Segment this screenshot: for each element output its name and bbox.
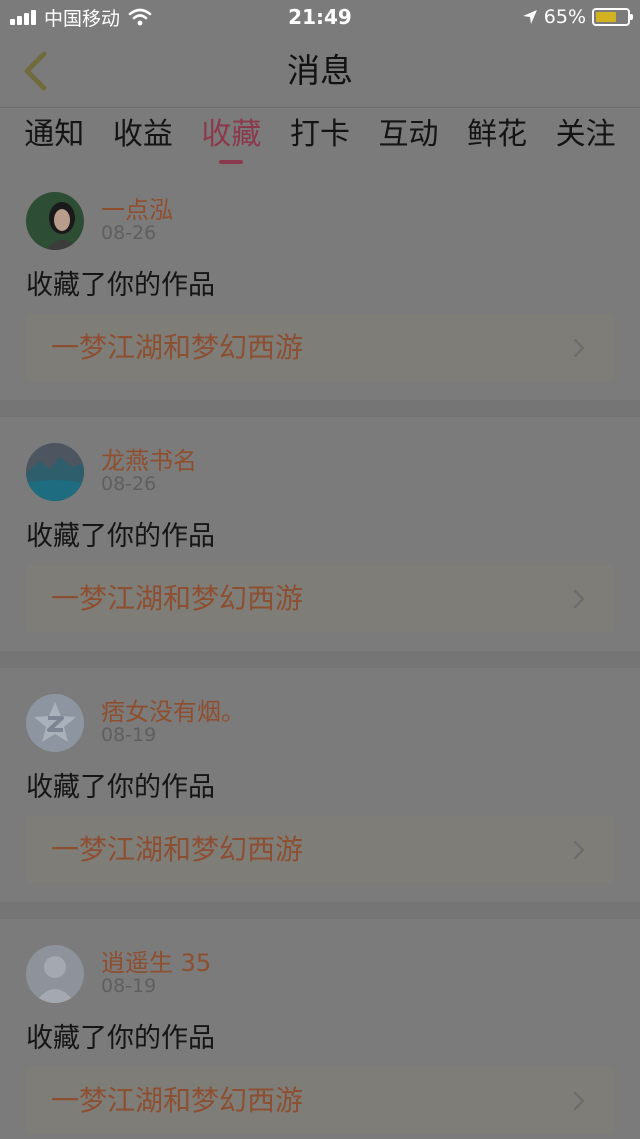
timestamp: 08-26 bbox=[101, 222, 157, 244]
tab-following[interactable]: 关注 bbox=[556, 108, 616, 166]
work-title: 一梦江湖和梦幻西游 bbox=[51, 582, 304, 615]
tab-flowers[interactable]: 鲜花 bbox=[467, 108, 527, 166]
battery-percent: 65% bbox=[543, 6, 586, 28]
action-text: 收藏了你的作品 bbox=[26, 521, 215, 552]
chevron-right-icon bbox=[573, 338, 585, 358]
tab-notifications[interactable]: 通知 bbox=[24, 108, 84, 166]
chevron-right-icon bbox=[573, 1091, 585, 1111]
favorites-feed: 一点泓 08-26 收藏了你的作品 一梦江湖和梦幻西游 龙燕书名 08-26 收… bbox=[0, 166, 640, 1139]
list-item: 逍遥生 35 08-19 收藏了你的作品 一梦江湖和梦幻西游 bbox=[0, 919, 640, 1139]
avatar[interactable] bbox=[26, 945, 84, 1003]
avatar[interactable] bbox=[26, 192, 84, 250]
battery-icon bbox=[592, 8, 633, 26]
avatar[interactable] bbox=[26, 443, 84, 501]
work-title: 一梦江湖和梦幻西游 bbox=[51, 331, 304, 364]
list-item: 痞女没有烟。 08-19 收藏了你的作品 一梦江湖和梦幻西游 bbox=[0, 668, 640, 919]
username[interactable]: 痞女没有烟。 bbox=[101, 692, 245, 727]
timestamp: 08-26 bbox=[101, 473, 157, 495]
timestamp: 08-19 bbox=[101, 724, 157, 746]
location-arrow-icon bbox=[522, 10, 537, 24]
work-link[interactable]: 一梦江湖和梦幻西游 bbox=[26, 816, 614, 883]
username[interactable]: 龙燕书名 bbox=[101, 441, 197, 476]
status-right: 65% bbox=[522, 4, 633, 30]
tab-bar: 通知 收益 收藏 打卡 互动 鲜花 关注 bbox=[0, 108, 640, 166]
chevron-right-icon bbox=[573, 589, 585, 609]
tab-favorites[interactable]: 收藏 bbox=[201, 108, 261, 166]
timestamp: 08-19 bbox=[101, 975, 157, 997]
tab-interactions[interactable]: 互动 bbox=[379, 108, 439, 166]
username[interactable]: 一点泓 bbox=[101, 190, 173, 225]
status-bar: 中国移动 21:49 65% bbox=[0, 0, 640, 34]
chevron-left-icon bbox=[24, 51, 47, 91]
chevron-right-icon bbox=[573, 840, 585, 860]
list-item: 一点泓 08-26 收藏了你的作品 一梦江湖和梦幻西游 bbox=[0, 166, 640, 417]
avatar[interactable] bbox=[26, 694, 84, 752]
work-title: 一梦江湖和梦幻西游 bbox=[51, 1084, 304, 1117]
nav-bar: 消息 bbox=[0, 34, 640, 108]
list-item: 龙燕书名 08-26 收藏了你的作品 一梦江湖和梦幻西游 bbox=[0, 417, 640, 668]
back-button[interactable] bbox=[12, 48, 58, 94]
action-text: 收藏了你的作品 bbox=[26, 1023, 215, 1054]
work-link[interactable]: 一梦江湖和梦幻西游 bbox=[26, 565, 614, 632]
work-title: 一梦江湖和梦幻西游 bbox=[51, 833, 304, 866]
tab-earnings[interactable]: 收益 bbox=[113, 108, 173, 166]
tab-checkin[interactable]: 打卡 bbox=[290, 108, 350, 166]
action-text: 收藏了你的作品 bbox=[26, 270, 215, 301]
username[interactable]: 逍遥生 35 bbox=[101, 943, 211, 978]
page-title: 消息 bbox=[287, 51, 353, 90]
action-text: 收藏了你的作品 bbox=[26, 772, 215, 803]
work-link[interactable]: 一梦江湖和梦幻西游 bbox=[26, 314, 614, 381]
work-link[interactable]: 一梦江湖和梦幻西游 bbox=[26, 1067, 614, 1134]
